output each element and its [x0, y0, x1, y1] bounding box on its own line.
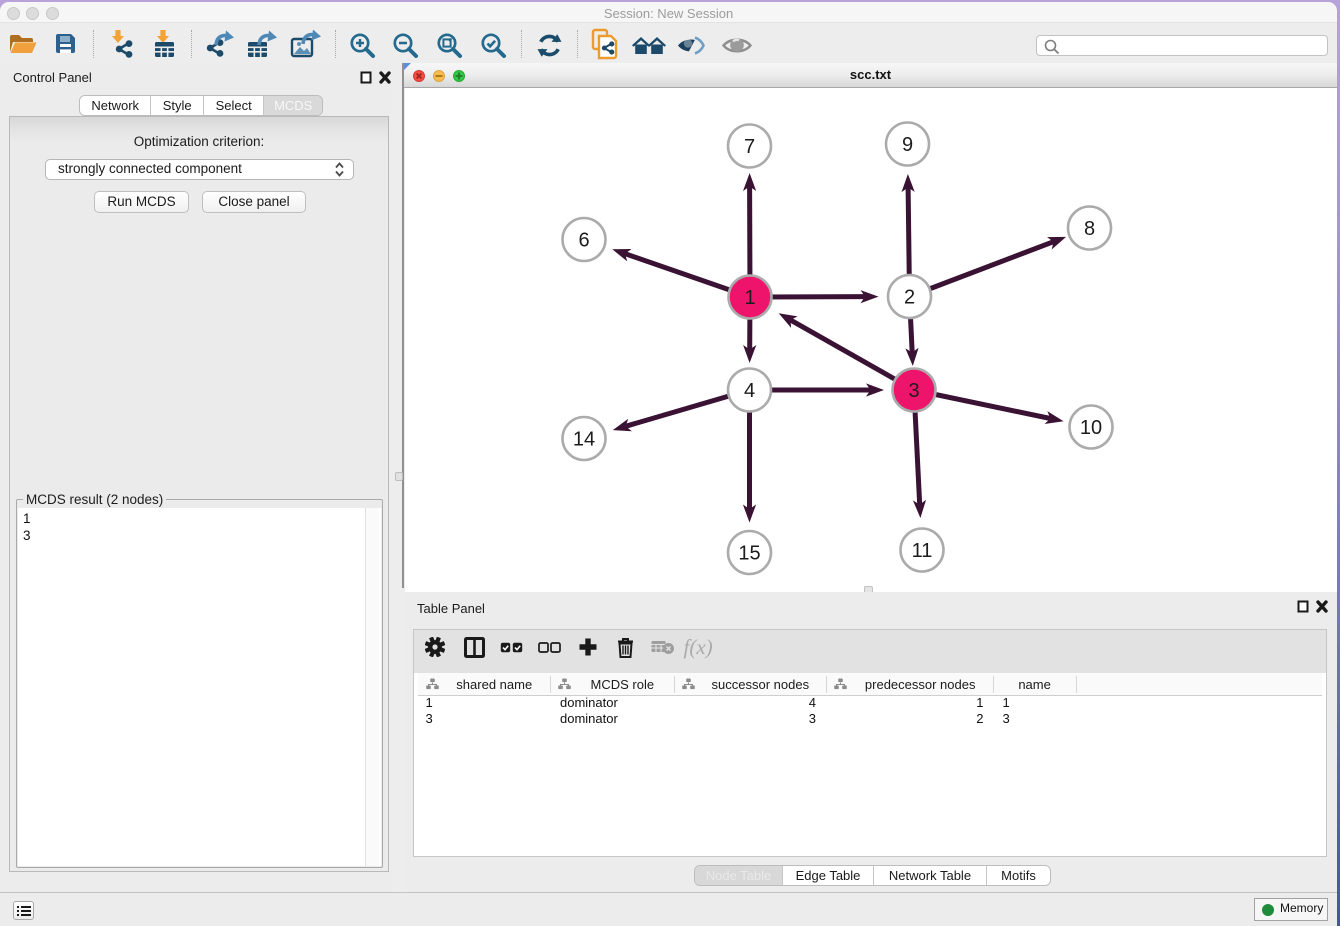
svg-text:14: 14 — [573, 429, 595, 451]
svg-text:6: 6 — [578, 230, 589, 252]
svg-text:15: 15 — [738, 543, 760, 565]
svg-text:9: 9 — [902, 134, 913, 156]
svg-text:8: 8 — [1084, 218, 1095, 240]
svg-text:11: 11 — [912, 540, 933, 562]
svg-text:4: 4 — [744, 380, 755, 402]
svg-text:3: 3 — [908, 380, 919, 402]
svg-text:10: 10 — [1080, 417, 1102, 439]
svg-text:7: 7 — [744, 136, 755, 158]
svg-text:2: 2 — [904, 287, 915, 309]
svg-text:1: 1 — [744, 287, 755, 309]
